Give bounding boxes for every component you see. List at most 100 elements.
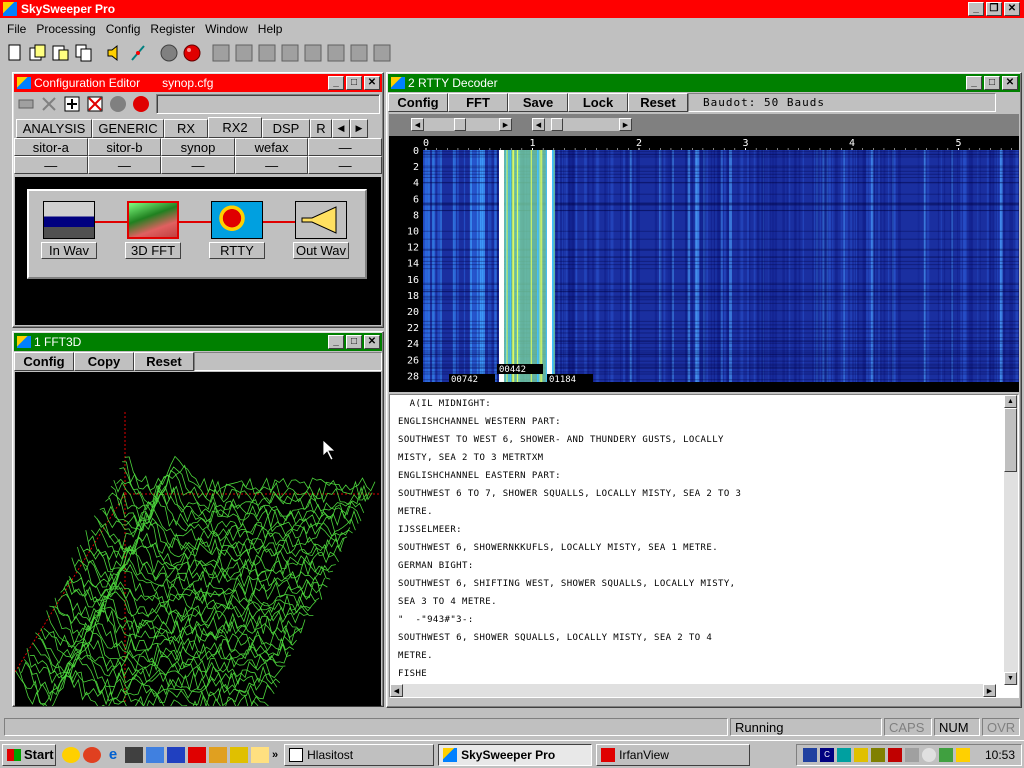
menu-file[interactable]: File (2, 22, 31, 36)
maximize-button[interactable]: □ (984, 76, 1000, 90)
record-icon[interactable] (130, 93, 152, 115)
fft3d-copy-button[interactable]: Copy (74, 352, 134, 371)
quicklaunch-icon[interactable] (146, 746, 164, 763)
more-icon[interactable]: » (272, 749, 278, 761)
rtty-config-button[interactable]: Config (388, 93, 448, 112)
config-cell[interactable]: — (161, 156, 235, 174)
copy-file-icon[interactable] (73, 42, 95, 64)
menu-config[interactable]: Config (101, 22, 146, 36)
tray-icon[interactable]: C (819, 747, 834, 762)
tab-scroll-right[interactable]: ▶ (350, 119, 368, 138)
task-skysweeper[interactable]: SkySweeper Pro (438, 743, 593, 766)
close-button[interactable]: ✕ (364, 335, 380, 349)
tab-rx[interactable]: RX (164, 119, 208, 138)
quicklaunch-icon[interactable] (83, 746, 101, 763)
disabled-tool-icon[interactable] (210, 42, 232, 64)
menu-help[interactable]: Help (253, 22, 288, 36)
config-cell[interactable]: wefax (234, 138, 309, 156)
rtty-fft-button[interactable]: FFT (448, 93, 508, 112)
disabled-tool-icon[interactable] (233, 42, 255, 64)
config-cell[interactable]: — (14, 156, 88, 174)
fft3d-config-button[interactable]: Config (14, 352, 74, 371)
tab-dsp[interactable]: DSP (262, 119, 310, 138)
stop-button-icon[interactable] (158, 42, 180, 64)
tray-icon[interactable] (921, 747, 936, 762)
tab-rx2[interactable]: RX2 (208, 116, 262, 138)
speaker-tray-icon[interactable] (955, 747, 970, 762)
config-cell[interactable]: sitor-a (14, 138, 88, 156)
scroll-right-button[interactable]: ▶ (619, 118, 632, 131)
tab-analysis[interactable]: ANALYSIS (16, 119, 92, 138)
module-in-wav[interactable]: In Wav (41, 201, 97, 259)
config-cell[interactable]: synop (161, 138, 235, 156)
disabled-tool-icon[interactable] (325, 42, 347, 64)
tray-icon[interactable] (904, 747, 919, 762)
scroll-down-button[interactable]: ▼ (1004, 672, 1017, 685)
scroll-left-button[interactable]: ◀ (532, 118, 545, 131)
task-irfanview[interactable]: IrfanView (596, 743, 751, 766)
minimize-button[interactable]: _ (968, 2, 984, 16)
tray-icon[interactable] (870, 747, 885, 762)
config-cell[interactable]: — (87, 156, 162, 174)
disabled-tool-icon[interactable] (279, 42, 301, 64)
menu-window[interactable]: Window (200, 22, 253, 36)
quicklaunch-icon[interactable] (125, 746, 143, 763)
rtty-save-button[interactable]: Save (508, 93, 568, 112)
config-cell[interactable]: — (308, 156, 382, 174)
slider-thumb[interactable] (454, 118, 466, 131)
task-hlasitost[interactable]: Hlasitost (284, 743, 435, 766)
speaker-icon[interactable] (104, 42, 126, 64)
internet-explorer-icon[interactable]: e (104, 746, 122, 763)
tray-icon[interactable] (853, 747, 868, 762)
scroll-right-button[interactable]: ▶ (983, 684, 996, 697)
quicklaunch-icon[interactable] (230, 746, 248, 763)
scroll-right-button[interactable]: ▶ (499, 118, 512, 131)
quicklaunch-icon[interactable] (62, 746, 80, 763)
tray-icon[interactable] (836, 747, 851, 762)
vertical-scrollbar[interactable]: ▲ ▼ (1004, 395, 1018, 685)
minimize-button[interactable]: _ (966, 76, 982, 90)
minimize-button[interactable]: _ (328, 76, 344, 90)
menu-register[interactable]: Register (145, 22, 200, 36)
minimize-button[interactable]: _ (328, 335, 344, 349)
config-cell[interactable]: — (308, 138, 382, 156)
module-3d-fft[interactable]: 3D FFT (125, 201, 181, 259)
fft3d-reset-button[interactable]: Reset (134, 352, 194, 371)
start-button[interactable]: Start (2, 743, 56, 766)
config-cell[interactable]: — (234, 156, 309, 174)
slider-thumb[interactable] (551, 118, 563, 131)
maximize-button[interactable]: □ (346, 335, 362, 349)
scroll-left-button[interactable]: ◀ (390, 684, 403, 697)
disabled-tool-icon[interactable] (256, 42, 278, 64)
rtty-reset-button[interactable]: Reset (628, 93, 688, 112)
disabled-tool-icon[interactable] (302, 42, 324, 64)
tab-generic[interactable]: GENERIC (92, 119, 164, 138)
tray-icon[interactable] (938, 747, 953, 762)
scroll-left-button[interactable]: ◀ (411, 118, 424, 131)
stop-icon[interactable] (107, 93, 129, 115)
rtty-lock-button[interactable]: Lock (568, 93, 628, 112)
close-button[interactable]: ✕ (364, 76, 380, 90)
open-file-icon[interactable] (27, 42, 49, 64)
module-rtty[interactable]: RTTY (209, 201, 265, 259)
decoded-text[interactable]: A(IL MIDNIGHT: ENGLISHCHANNEL WESTERN PAR… (398, 395, 996, 685)
module-icon[interactable] (15, 93, 37, 115)
close-button[interactable]: ✕ (1004, 2, 1020, 16)
maximize-button[interactable]: □ (346, 76, 362, 90)
tab-r[interactable]: R (310, 119, 332, 138)
remove-module-icon[interactable] (84, 93, 106, 115)
restore-button[interactable]: ❐ (986, 2, 1002, 16)
config-cell[interactable]: sitor-b (87, 138, 162, 156)
tray-icon[interactable] (802, 747, 817, 762)
quicklaunch-icon[interactable] (209, 746, 227, 763)
horizontal-scrollbar[interactable]: ◀ ▶ (390, 684, 996, 697)
scroll-thumb[interactable] (1004, 408, 1017, 472)
tab-scroll-left[interactable]: ◀ (332, 119, 350, 138)
add-module-icon[interactable] (61, 93, 83, 115)
bandwidth-slider[interactable] (545, 118, 619, 131)
scroll-up-button[interactable]: ▲ (1004, 395, 1017, 408)
close-button[interactable]: ✕ (1002, 76, 1018, 90)
antenna-icon[interactable] (127, 42, 149, 64)
frequency-slider[interactable] (424, 118, 506, 131)
save-file-icon[interactable] (50, 42, 72, 64)
